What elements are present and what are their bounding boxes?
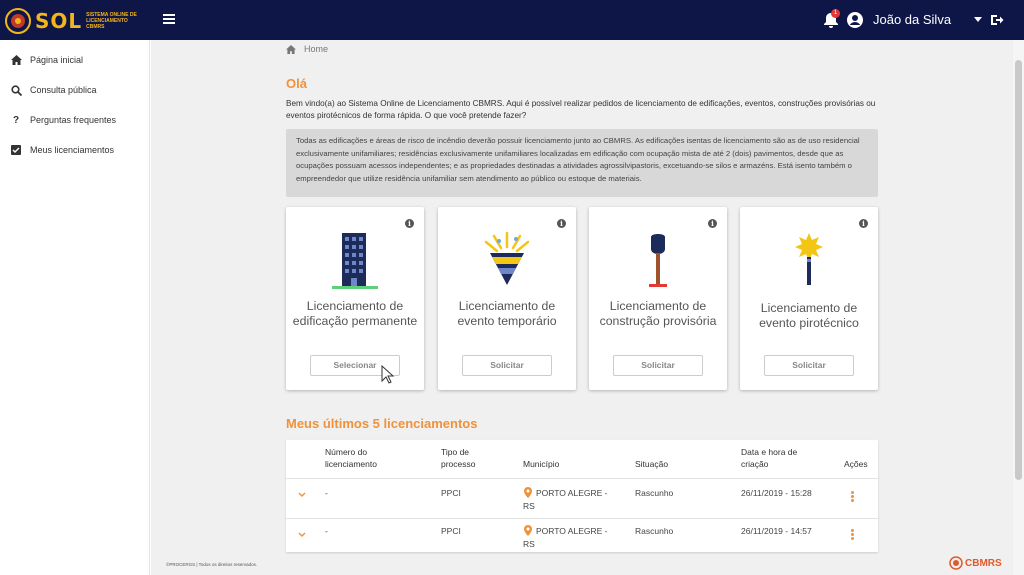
cell-status: Rascunho	[635, 526, 674, 536]
request-button[interactable]: Solicitar	[613, 355, 703, 376]
sidebar-item-faq[interactable]: ? Perguntas frequentes	[10, 112, 116, 128]
shovel-icon	[649, 234, 667, 287]
request-button[interactable]: Solicitar	[462, 355, 552, 376]
cbmrs-logo-icon	[949, 556, 963, 570]
search-icon	[10, 84, 22, 96]
breadcrumb: Home	[286, 44, 328, 54]
page-title: Olá	[286, 76, 307, 91]
breadcrumb-home[interactable]: Home	[304, 44, 328, 54]
more-actions-icon[interactable]	[851, 529, 854, 540]
card-temporary-event[interactable]: i Licenciamento de evento temporário Sol…	[438, 207, 576, 390]
sidebar-item-label: Perguntas frequentes	[30, 115, 117, 125]
cell-type: PPCI	[441, 526, 461, 536]
mouse-cursor-icon	[381, 365, 395, 384]
menu-toggle-icon[interactable]	[163, 14, 175, 24]
card-permanent-building[interactable]: i Licenciamento de edificação permanente…	[286, 207, 424, 390]
card-title: Licenciamento de construção provisória	[599, 299, 717, 328]
footer-logo-text: CBMRS	[965, 557, 1002, 569]
column-header: Município	[523, 459, 560, 469]
sidebar-item-label: Meus licenciamentos	[30, 145, 115, 155]
checkbox-icon	[10, 144, 22, 156]
info-icon[interactable]: i	[708, 219, 717, 228]
card-pyrotechnic-event[interactable]: i Licenciamento de evento pirotécnico So…	[740, 207, 878, 390]
logout-icon[interactable]	[990, 13, 1004, 27]
info-icon[interactable]: i	[557, 219, 566, 228]
column-header: Número do licenciamento	[325, 447, 377, 469]
info-icon[interactable]: i	[859, 219, 868, 228]
user-avatar-icon[interactable]	[847, 12, 863, 28]
app-logo[interactable]: SOL Sistema Online de Licenciamento CBMR…	[4, 6, 142, 36]
question-icon: ?	[12, 114, 20, 126]
card-provisional-construction[interactable]: i Licenciamento de construção provisória…	[589, 207, 727, 390]
sidebar: Página inicial Consulta pública ? Pergun…	[0, 40, 150, 575]
sidebar-item-label: Página inicial	[30, 55, 84, 65]
column-header: Tipo de processo	[441, 447, 476, 469]
cell-status: Rascunho	[635, 488, 674, 498]
info-icon[interactable]: i	[405, 219, 414, 228]
column-header: Ações	[844, 459, 868, 469]
logo-name: SOL	[35, 9, 83, 33]
cell-type: PPCI	[441, 488, 461, 498]
section-title-recent: Meus últimos 5 licenciamentos	[286, 416, 478, 431]
more-actions-icon[interactable]	[851, 491, 854, 502]
table-row[interactable]: - PPCI PORTO ALEGRE - RS Rascunho 26/11/…	[286, 478, 878, 518]
footer-copyright: ©PROCERGS | Todos os direitos reservados…	[166, 562, 258, 567]
user-menu-caret-icon[interactable]	[974, 17, 982, 22]
recent-licenses-table: Número do licenciamento Tipo de processo…	[286, 440, 878, 552]
cell-municipality: PORTO ALEGRE - RS	[523, 488, 608, 511]
logo-mark-icon	[5, 8, 31, 34]
intro-text: Bem vindo(a) ao Sistema Online de Licenc…	[286, 99, 876, 120]
chevron-down-icon[interactable]	[298, 532, 306, 538]
home-icon[interactable]	[286, 44, 296, 54]
sidebar-item-public-query[interactable]: Consulta pública	[10, 82, 97, 98]
scrollbar[interactable]	[1013, 40, 1024, 575]
sidebar-item-label: Consulta pública	[30, 85, 97, 95]
card-title: Licenciamento de evento pirotécnico	[759, 301, 859, 330]
top-bar: SOL Sistema Online de Licenciamento CBMR…	[0, 0, 1024, 40]
scrollbar-thumb[interactable]	[1015, 60, 1022, 480]
user-name[interactable]: João da Silva	[873, 12, 951, 27]
card-title: Licenciamento de evento temporário	[457, 299, 557, 328]
firework-icon	[795, 233, 823, 285]
cell-number: -	[325, 488, 328, 498]
notice-box: Todas as edificações e áreas de risco de…	[286, 129, 878, 197]
sidebar-item-home[interactable]: Página inicial	[10, 52, 83, 68]
table-row[interactable]: - PPCI PORTO ALEGRE - RS Rascunho 26/11/…	[286, 518, 878, 552]
building-icon	[332, 233, 378, 289]
chevron-down-icon[interactable]	[298, 492, 306, 498]
request-button[interactable]: Solicitar	[764, 355, 854, 376]
notification-badge: 1	[831, 9, 840, 18]
cell-municipality: PORTO ALEGRE - RS	[523, 526, 608, 549]
cell-created: 26/11/2019 - 15:28	[741, 488, 812, 498]
cell-number: -	[325, 526, 328, 536]
column-header: Data e hora de criação	[741, 447, 798, 469]
logo-subtitle: Sistema Online de Licenciamento CBMRS	[86, 12, 137, 30]
footer-logo: CBMRS	[949, 556, 1002, 570]
sidebar-item-my-licenses[interactable]: Meus licenciamentos	[10, 142, 114, 158]
event-icon	[484, 231, 530, 285]
column-header: Situação	[635, 459, 669, 469]
card-title: Licenciamento de edificação permanente	[292, 299, 418, 328]
cell-created: 26/11/2019 - 14:57	[741, 526, 812, 536]
home-icon	[10, 54, 22, 66]
